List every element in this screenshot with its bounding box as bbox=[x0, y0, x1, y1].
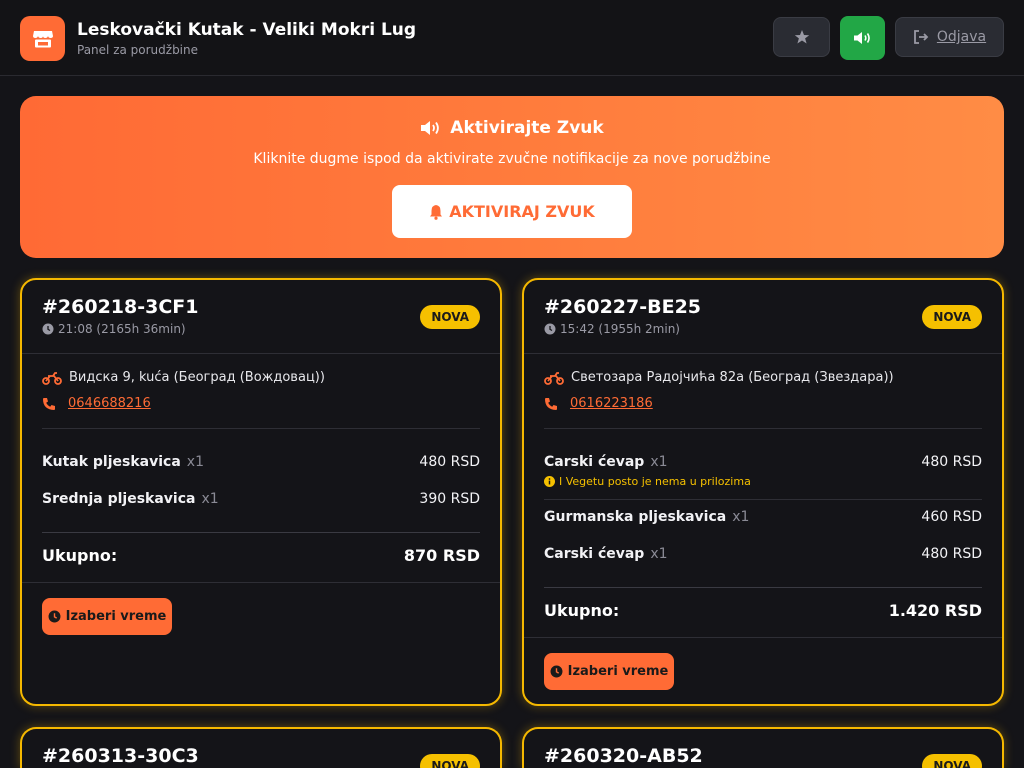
order-time: 15:42 (1955h 2min) bbox=[544, 322, 680, 336]
divider bbox=[544, 587, 982, 588]
order-item: Kutak pljeskavica x1 480 RSD bbox=[42, 454, 480, 470]
info-icon bbox=[544, 476, 555, 487]
item-note-text: I Vegetu posto je nema u prilozima bbox=[559, 475, 751, 488]
order-item: Carski ćevap x1 480 RSD I Vegetu posto je… bbox=[544, 454, 982, 488]
order-item: Carski ćevap x1 480 RSD bbox=[544, 546, 982, 562]
item-name: Gurmanska pljeskavica bbox=[544, 509, 727, 525]
choose-time-label: Izaberi vreme bbox=[567, 664, 669, 679]
clock-icon bbox=[550, 665, 563, 678]
order-id: #260320-AB52 bbox=[544, 745, 703, 767]
top-header: Leskovački Kutak - Veliki Mokri Lug Pane… bbox=[0, 0, 1024, 76]
address-text: Светозара Радојчића 82а (Београд (Звезда… bbox=[571, 370, 894, 385]
phone-icon bbox=[545, 397, 557, 410]
total-value: 1.420 RSD bbox=[888, 601, 982, 620]
activate-sound-label: AKTIVIRAJ ZVUK bbox=[449, 202, 595, 221]
order-card-header: #260218-3CF1 21:08 (2165h 36min) NOVA bbox=[22, 280, 500, 354]
item-qty: x1 bbox=[201, 491, 219, 507]
status-badge: NOVA bbox=[922, 754, 982, 768]
address-text: Видска 9, kuća (Београд (Вождовац)) bbox=[69, 370, 325, 385]
total-label: Ukupno: bbox=[544, 601, 620, 620]
volume-icon bbox=[421, 121, 440, 135]
order-time-text: 15:42 (1955h 2min) bbox=[560, 322, 680, 336]
sound-activation-banner: Aktivirajte Zvuk Kliknite dugme ispod da… bbox=[20, 96, 1004, 258]
item-price: 480 RSD bbox=[921, 454, 982, 470]
divider bbox=[22, 582, 500, 583]
item-price: 390 RSD bbox=[419, 491, 480, 507]
motorcycle-icon bbox=[544, 371, 564, 385]
favorites-button[interactable] bbox=[773, 17, 830, 57]
order-card-header: #260227-BE25 15:42 (1955h 2min) NOVA bbox=[524, 280, 1002, 354]
order-card: #260227-BE25 15:42 (1955h 2min) NOVA Све… bbox=[522, 278, 1004, 706]
order-id: #260313-30C3 bbox=[42, 745, 199, 767]
logout-icon bbox=[913, 30, 929, 44]
item-qty: x1 bbox=[186, 454, 204, 470]
clock-icon bbox=[42, 323, 54, 335]
order-item: Gurmanska pljeskavica x1 460 RSD bbox=[544, 509, 982, 525]
item-name: Carski ćevap bbox=[544, 454, 645, 470]
status-badge: NOVA bbox=[922, 305, 982, 329]
total-label: Ukupno: bbox=[42, 546, 118, 565]
order-item: Srednja pljeskavica x1 390 RSD bbox=[42, 491, 480, 507]
banner-title-text: Aktivirajte Zvuk bbox=[450, 118, 604, 138]
order-card: #260320-AB52 NOVA bbox=[522, 727, 1004, 768]
item-qty: x1 bbox=[732, 509, 750, 525]
item-price: 480 RSD bbox=[921, 546, 982, 562]
phone-row: 0616223186 bbox=[544, 396, 653, 411]
order-time-text: 21:08 (2165h 36min) bbox=[58, 322, 186, 336]
banner-title: Aktivirajte Zvuk bbox=[20, 118, 1004, 138]
store-icon bbox=[20, 16, 65, 61]
item-name: Carski ćevap bbox=[544, 546, 645, 562]
item-name: Kutak pljeskavica bbox=[42, 454, 181, 470]
phone-row: 0646688216 bbox=[42, 396, 151, 411]
choose-time-label: Izaberi vreme bbox=[65, 609, 167, 624]
divider bbox=[544, 499, 982, 500]
phone-icon bbox=[43, 397, 55, 410]
app-title: Leskovački Kutak - Veliki Mokri Lug bbox=[77, 20, 417, 40]
divider bbox=[42, 532, 480, 533]
app-subtitle: Panel za porudžbine bbox=[77, 43, 199, 57]
phone-link[interactable]: 0616223186 bbox=[570, 396, 653, 411]
order-total: Ukupno: 870 RSD bbox=[42, 546, 480, 565]
item-note: I Vegetu posto je nema u prilozima bbox=[544, 475, 751, 488]
phone-link[interactable]: 0646688216 bbox=[68, 396, 151, 411]
order-id: #260218-3CF1 bbox=[42, 296, 199, 318]
divider bbox=[544, 428, 982, 429]
divider bbox=[524, 637, 1002, 638]
activate-sound-button[interactable]: AKTIVIRAJ ZVUK bbox=[392, 185, 632, 238]
motorcycle-icon bbox=[42, 371, 62, 385]
delivery-address: Светозара Радојчића 82а (Београд (Звезда… bbox=[544, 370, 894, 385]
item-qty: x1 bbox=[650, 546, 668, 562]
clock-icon bbox=[544, 323, 556, 335]
choose-time-button[interactable]: Izaberi vreme bbox=[544, 653, 674, 690]
logout-label: Odjava bbox=[936, 29, 987, 45]
item-qty: x1 bbox=[650, 454, 668, 470]
bell-icon bbox=[430, 204, 443, 220]
total-value: 870 RSD bbox=[403, 546, 480, 565]
item-price: 480 RSD bbox=[419, 454, 480, 470]
divider bbox=[42, 428, 480, 429]
item-name: Srednja pljeskavica bbox=[42, 491, 196, 507]
order-card: #260313-30C3 NOVA bbox=[20, 727, 502, 768]
status-badge: NOVA bbox=[420, 305, 480, 329]
logout-button[interactable]: Odjava bbox=[895, 17, 1004, 57]
clock-icon bbox=[48, 610, 61, 623]
order-time: 21:08 (2165h 36min) bbox=[42, 322, 186, 336]
item-price: 460 RSD bbox=[921, 509, 982, 525]
choose-time-button[interactable]: Izaberi vreme bbox=[42, 598, 172, 635]
volume-icon bbox=[853, 32, 870, 44]
star-icon bbox=[794, 30, 809, 44]
delivery-address: Видска 9, kuća (Београд (Вождовац)) bbox=[42, 370, 325, 385]
banner-description: Kliknite dugme ispod da aktivirate zvučn… bbox=[253, 151, 771, 167]
order-id: #260227-BE25 bbox=[544, 296, 702, 318]
status-badge: NOVA bbox=[420, 754, 480, 768]
sound-toggle-button[interactable] bbox=[840, 16, 885, 60]
order-card: #260218-3CF1 21:08 (2165h 36min) NOVA Ви… bbox=[20, 278, 502, 706]
order-total: Ukupno: 1.420 RSD bbox=[544, 601, 982, 620]
